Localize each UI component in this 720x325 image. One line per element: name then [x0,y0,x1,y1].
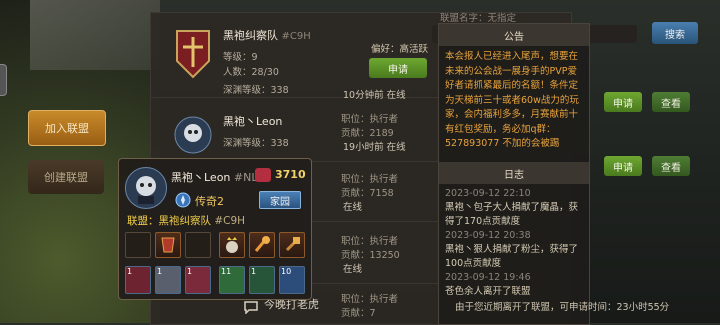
shield-emblem-icon [176,30,210,79]
skull-avatar-icon [174,116,212,154]
player-rank: 传奇2 [195,195,224,208]
log-title: 日志 [439,162,589,184]
white-mage-hero-icon[interactable]: 1 [155,266,181,294]
crimson-hero-icon[interactable]: 1 [185,266,211,294]
hammer-icon[interactable] [279,232,305,258]
background-tent [30,0,160,70]
log-entry: 2023-09-12 20:38 黑袍丶狠人捐献了粉尘，获得了100点贡献度 [445,229,583,271]
guild-name-text: 黑袍纠察队 [223,29,278,42]
player-name-text: 黑袍丶Leon [171,171,231,184]
hero-level: 1 [127,267,133,276]
member-contrib: 贡献：13250 [341,250,400,261]
player-avatar [125,167,167,209]
chat-bubble-icon[interactable] [243,300,259,314]
notice-title: 公告 [439,24,589,46]
log-time: 2023-09-12 19:46 [445,272,531,283]
apply-button[interactable]: 申请 [604,92,642,112]
member-role: 职位：执行者 [341,174,399,185]
member-online: 19小时前 在线 [343,142,406,153]
log-entry: 2023-09-12 22:10 黑袍丶包子大人捐献了魔晶，获得了170点贡献度 [445,187,583,229]
notice-panel: 公告 本会报人已经进入尾声，想要在未来的公会战一展身手的PVP爱好者请抓紧最后的… [438,23,590,325]
online-status: 10分钟前 在线 [343,90,406,101]
join-guild-tab[interactable]: 加入联盟 [28,110,106,146]
player-info-popup: 黑袍丶Leon #NLA 3710 传奇2 家园 联盟：黑袍纠察队 #C9H 1… [118,158,312,300]
hero-level: 1 [251,267,257,276]
green-ranger-hero-icon[interactable]: 11 [219,266,245,294]
hero-level: 1 [157,267,163,276]
log-text: 黑袍丶狠人捐献了粉尘，获得了100点贡献度 [445,244,579,269]
guild-depth: 深渊等级：338 [223,85,289,96]
log-text: 黑袍丶包子大人捐献了魔晶，获得了170点贡献度 [445,202,579,227]
log-time: 2023-09-12 22:10 [445,188,531,199]
log-list: 2023-09-12 22:10 黑袍丶包子大人捐献了魔晶，获得了170点贡献度… [439,184,589,302]
member-role: 职位：执行者 [341,294,399,305]
log-text: 苍色余人离开了联盟 [445,286,531,297]
member-online: 在线 [343,264,363,275]
legend-rank-icon [175,192,191,208]
equip-slot-empty[interactable] [185,232,211,258]
player-power: 3710 [275,168,306,181]
create-guild-tab[interactable]: 创建联盟 [28,160,104,194]
left-edge-handle[interactable] [0,64,7,96]
view-button[interactable]: 查看 [652,156,690,176]
member-role: 职位：执行者 [341,236,399,247]
member-contrib: 贡献：7158 [341,188,394,199]
crown-orb-icon[interactable] [219,232,245,258]
apply-button[interactable]: 申请 [369,58,427,78]
search-label: 联盟名字：无指定 [440,13,517,24]
hero-level: 11 [221,267,232,276]
player-name: 黑袍丶Leon #NLA [171,169,265,185]
emerald-beast-hero-icon[interactable]: 1 [249,266,275,294]
player-guild-name: 联盟：黑袍纠察队 [127,215,211,227]
member-contrib: 贡献：7 [341,308,376,319]
log-time: 2023-09-12 20:38 [445,230,531,241]
player-guild-tag: #C9H [214,215,246,227]
member-depth: 深渊等级：338 [223,138,289,149]
guild-members: 人数：28/30 [223,67,279,78]
guild-tag: #C9H [281,31,311,42]
apply-button[interactable]: 申请 [604,156,642,176]
flame-axe-icon[interactable] [249,232,275,258]
red-warrior-hero-icon[interactable]: 1 [125,266,151,294]
member-role: 职位：执行者 [341,114,399,125]
member-name: 黑袍丶Leon [223,115,283,128]
level-badge-icon [255,168,271,182]
guild-name: 黑袍纠察队 #C9H [223,27,311,43]
hero-level: 1 [187,267,193,276]
armor-icon[interactable] [155,232,181,258]
log-entry: 2023-09-12 19:46 苍色余人离开了联盟 [445,271,583,299]
player-guild: 联盟：黑袍纠察队 #C9H [127,213,245,228]
equip-slot-empty[interactable] [125,232,151,258]
home-button[interactable]: 家园 [259,191,301,209]
view-button[interactable]: 查看 [652,92,690,112]
member-online: 在线 [343,202,363,213]
cooldown-status: 由于您近期离开了联盟，可申请时间：23小时55分 [455,302,670,313]
member-contrib: 贡献：2189 [341,128,394,139]
blue-knight-hero-icon[interactable]: 10 [279,266,305,294]
guild-level: 等级：9 [223,52,258,63]
search-button[interactable]: 搜索 [652,22,698,44]
hero-level: 10 [281,267,292,276]
notice-body: 本会报人已经进入尾声，想要在未来的公会战一展身手的PVP爱好者请抓紧最后的名额！… [445,51,579,149]
